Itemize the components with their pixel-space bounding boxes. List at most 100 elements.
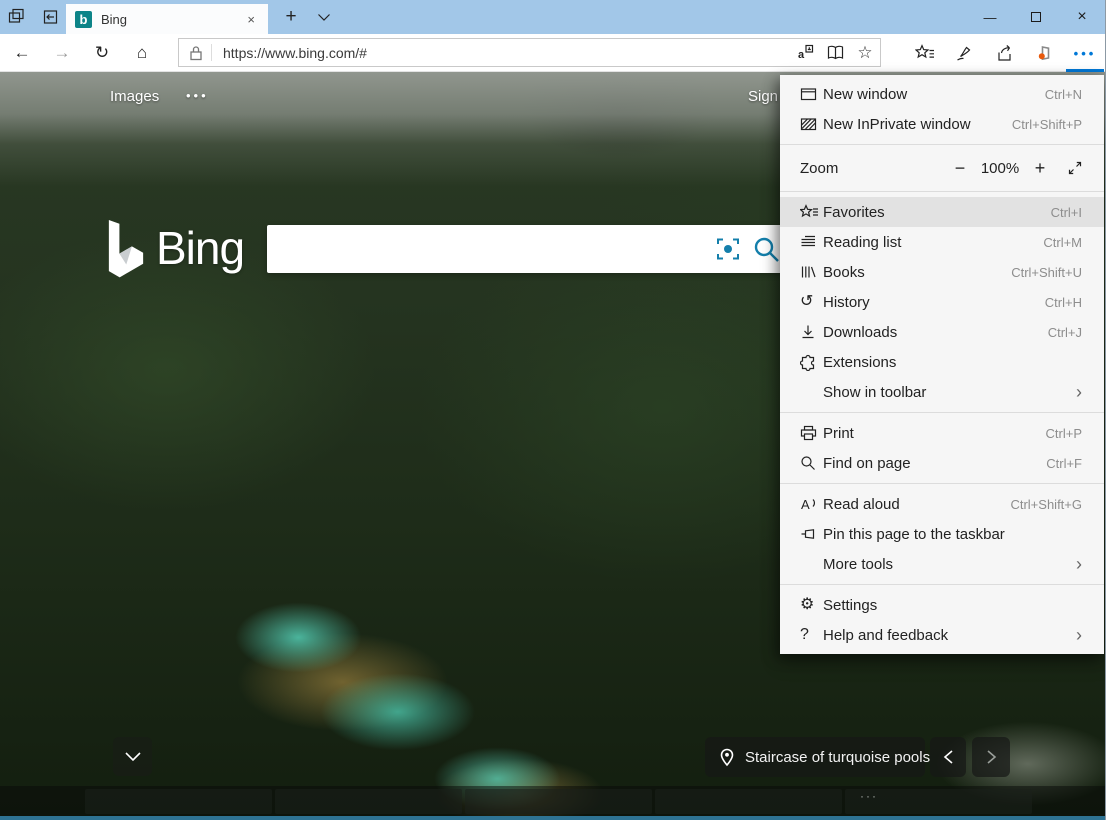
close-window-button[interactable]: × (1059, 0, 1105, 34)
news-carousel-strip[interactable]: ··· (0, 786, 1105, 816)
tabs-set-aside-button[interactable] (0, 0, 33, 34)
camera-icon (714, 235, 742, 263)
share-button[interactable] (985, 34, 1025, 72)
reading-view-button[interactable] (820, 39, 850, 66)
location-pin-icon (719, 748, 735, 767)
menu-item-books[interactable]: Books Ctrl+Shift+U (780, 257, 1104, 287)
tab-bing[interactable]: b Bing × (66, 4, 268, 34)
maximize-button[interactable] (1013, 0, 1059, 34)
menu-label: History (823, 294, 870, 311)
settings-and-more-button[interactable]: ••• (1065, 34, 1105, 72)
news-card[interactable] (85, 789, 272, 814)
bing-logo-text: Bing (156, 220, 244, 276)
menu-item-more-tools[interactable]: More tools › (780, 549, 1104, 579)
menu-item-settings[interactable]: ⚙ Settings (780, 590, 1104, 620)
find-icon (800, 455, 823, 471)
news-card[interactable] (465, 789, 652, 814)
menu-label: Pin this page to the taskbar (823, 526, 1005, 543)
address-bar[interactable]: a ☆ (178, 38, 881, 67)
menu-item-favorites[interactable]: Favorites Ctrl+I (780, 197, 1104, 227)
menu-item-history[interactable]: ↺ History Ctrl+H (780, 287, 1104, 317)
home-button[interactable]: ⌂ (122, 34, 162, 72)
fullscreen-icon (1067, 160, 1083, 176)
home-icon: ⌂ (137, 43, 147, 63)
extensions-icon (800, 354, 823, 371)
image-info-pill[interactable]: Staircase of turquoise pools (705, 737, 925, 777)
refresh-button[interactable]: ↻ (82, 34, 122, 72)
menu-divider (780, 191, 1104, 192)
minimize-icon: — (984, 10, 997, 25)
next-image-button[interactable] (972, 737, 1010, 777)
extension-button[interactable] (1025, 34, 1065, 72)
menu-item-downloads[interactable]: Downloads Ctrl+J (780, 317, 1104, 347)
back-button[interactable]: ← (2, 34, 42, 72)
menu-item-extensions[interactable]: Extensions (780, 347, 1104, 377)
menu-label: Read aloud (823, 496, 900, 513)
forward-icon: → (54, 43, 71, 63)
new-window-icon (800, 86, 823, 102)
menu-divider (780, 483, 1104, 484)
menu-label: New InPrivate window (823, 116, 971, 133)
menu-item-show-in-toolbar[interactable]: Show in toolbar › (780, 377, 1104, 407)
carousel-dots: ··· (860, 789, 878, 803)
minimize-button[interactable]: — (967, 0, 1013, 34)
zoom-out-button[interactable]: − (944, 158, 976, 179)
pin-icon (800, 526, 823, 542)
search-submit-button[interactable] (751, 234, 781, 264)
tab-close-icon[interactable]: × (243, 10, 259, 29)
nav-more-icon[interactable]: ••• (186, 88, 209, 103)
menu-label: Favorites (823, 204, 885, 221)
chevron-right-icon (986, 749, 997, 765)
nav-buttons: ← → ↻ ⌂ (2, 34, 162, 72)
set-tabs-aside-button[interactable] (33, 0, 66, 34)
menu-item-find-on-page[interactable]: Find on page Ctrl+F (780, 448, 1104, 478)
menu-item-pin-to-taskbar[interactable]: Pin this page to the taskbar (780, 519, 1104, 549)
menu-item-print[interactable]: Print Ctrl+P (780, 418, 1104, 448)
menu-label: Books (823, 264, 865, 281)
menu-item-new-window[interactable]: New window Ctrl+N (780, 79, 1104, 109)
menu-shortcut: Ctrl+Shift+G (1010, 497, 1082, 512)
menu-label: Find on page (823, 455, 911, 472)
add-favorite-button[interactable]: ☆ (850, 39, 880, 66)
search-input[interactable] (267, 225, 697, 273)
hub-star-icon (915, 44, 935, 62)
favorites-hub-button[interactable] (905, 34, 945, 72)
menu-divider (780, 144, 1104, 145)
menu-item-read-aloud[interactable]: A Read aloud Ctrl+Shift+G (780, 489, 1104, 519)
tab-preview-toggle[interactable] (308, 0, 340, 34)
pen-icon (956, 44, 975, 62)
downloads-icon (800, 324, 823, 340)
https-lock-icon[interactable] (179, 45, 211, 61)
previous-image-button[interactable] (930, 737, 966, 777)
web-note-button[interactable] (945, 34, 985, 72)
refresh-icon: ↻ (95, 43, 109, 63)
menu-divider (780, 412, 1104, 413)
chevron-left-icon (943, 749, 954, 765)
help-icon: ? (800, 627, 823, 643)
navigation-toolbar: ← → ↻ ⌂ a (0, 34, 1105, 72)
scroll-down-button[interactable] (113, 737, 152, 776)
submenu-chevron-icon: › (1076, 555, 1082, 573)
new-tab-button[interactable]: + (274, 0, 308, 34)
news-card[interactable] (655, 789, 842, 814)
fullscreen-button[interactable] (1060, 160, 1090, 176)
tabs-set-aside-icon (8, 8, 26, 26)
translate-button[interactable]: a (790, 39, 820, 66)
menu-shortcut: Ctrl+H (1045, 295, 1082, 310)
news-card[interactable] (275, 789, 462, 814)
history-icon: ↺ (800, 294, 823, 310)
forward-button[interactable]: → (42, 34, 82, 72)
search-icon (751, 234, 781, 264)
visual-search-button[interactable] (714, 235, 742, 263)
menu-item-help-and-feedback[interactable]: ? Help and feedback › (780, 620, 1104, 650)
menu-label: Reading list (823, 234, 901, 251)
menu-label: Downloads (823, 324, 897, 341)
set-tabs-aside-icon (41, 8, 59, 26)
menu-item-new-inprivate-window[interactable]: New InPrivate window Ctrl+Shift+P (780, 109, 1104, 139)
zoom-in-button[interactable]: + (1024, 158, 1056, 179)
menu-item-reading-list[interactable]: Reading list Ctrl+M (780, 227, 1104, 257)
nav-link-images[interactable]: Images (110, 88, 159, 105)
menu-label: Settings (823, 597, 877, 614)
url-input[interactable] (221, 44, 790, 62)
more-dots-icon: ••• (1074, 46, 1097, 61)
